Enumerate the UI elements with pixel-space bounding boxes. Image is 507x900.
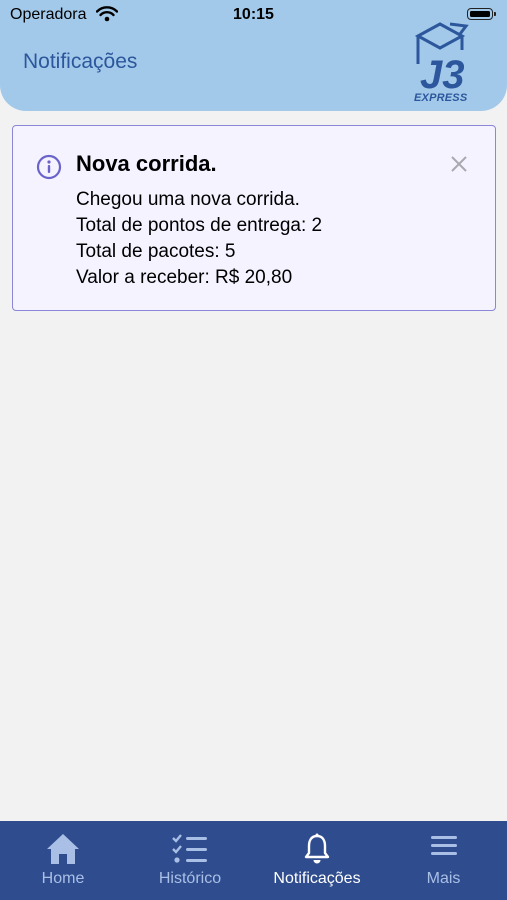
notification-line: Chegou uma nova corrida. [76,189,300,210]
tab-home[interactable]: Home [0,821,126,900]
menu-icon [431,836,457,855]
battery-icon [467,8,496,20]
notification-line: Valor a receber: R$ 20,80 [76,267,293,288]
notification-line: Total de pacotes: 5 [76,241,236,262]
tab-label: Home [41,870,85,887]
logo-express-text: EXPRESS [414,92,468,104]
home-icon [47,834,79,864]
page-title: Notificações [23,50,138,73]
bell-icon [304,833,330,864]
checklist-icon [172,834,207,863]
tab-mais[interactable]: Mais [380,821,507,900]
tab-label: Notificações [273,870,361,887]
tab-notificacoes[interactable]: Notificações [254,821,380,900]
tab-label: Mais [426,870,461,887]
svg-text:J3: J3 [420,53,465,94]
notification-body: Chegou uma nova corrida. Total de pontos… [76,187,322,291]
tab-historico[interactable]: Histórico [126,821,254,900]
j3-express-logo: J3 EXPRESS [410,20,480,106]
app-header: Operadora 10:15 Notificações J3 EXPRESS [0,0,507,111]
notification-card[interactable]: Nova corrida. Chegou uma nova corrida. T… [12,125,496,311]
tab-bar: Home Histórico Notificações Mais [0,821,507,900]
info-icon [36,154,62,180]
cube-logo-icon: J3 [414,22,469,97]
tab-label: Histórico [158,870,222,887]
notification-line: Total de pontos de entrega: 2 [76,215,323,236]
notification-title: Nova corrida. [76,151,217,176]
close-icon[interactable] [449,154,469,174]
